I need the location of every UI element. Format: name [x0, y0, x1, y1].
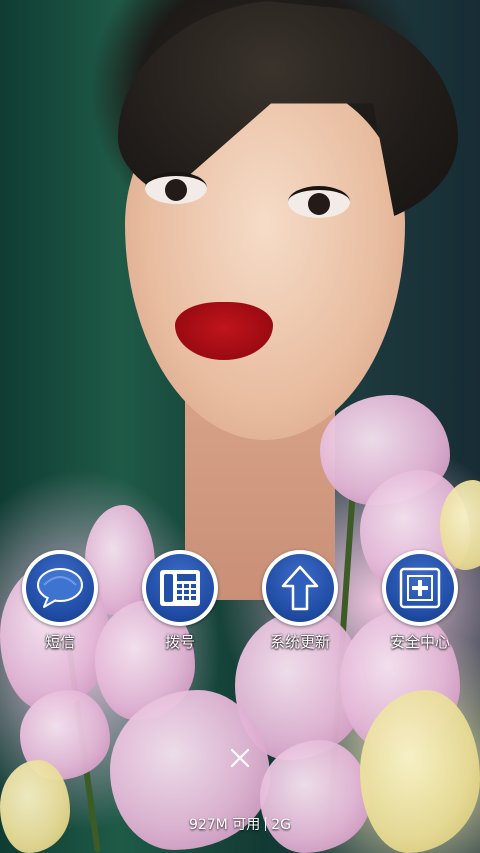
shortcut-label: 安全中心	[389, 633, 450, 651]
network-type: 2G	[271, 817, 292, 833]
phone-dialpad-icon	[146, 554, 214, 622]
memory-status: 927M 可用 2G	[0, 815, 480, 835]
shortcut-system-update[interactable]: 系统更新	[250, 550, 350, 651]
shortcut-dialer[interactable]: 拨号	[130, 550, 230, 651]
shortcut-label: 拨号	[164, 633, 195, 651]
wallpaper-image	[0, 0, 480, 853]
shield-plus-icon	[386, 554, 454, 622]
arrow-up-icon	[266, 554, 334, 622]
message-bubble-icon	[26, 554, 94, 622]
memory-available: 927M 可用	[188, 817, 261, 833]
close-icon[interactable]	[222, 740, 258, 776]
shortcut-label: 短信	[44, 633, 75, 651]
shortcut-security-center[interactable]: 安全中心	[370, 550, 470, 651]
sms-icon-ring	[22, 550, 98, 626]
dialer-icon-ring	[142, 550, 218, 626]
shortcut-sms[interactable]: 短信	[10, 550, 110, 651]
divider	[265, 817, 267, 831]
update-icon-ring	[262, 550, 338, 626]
shortcut-label: 系统更新	[269, 633, 330, 651]
security-icon-ring	[382, 550, 458, 626]
